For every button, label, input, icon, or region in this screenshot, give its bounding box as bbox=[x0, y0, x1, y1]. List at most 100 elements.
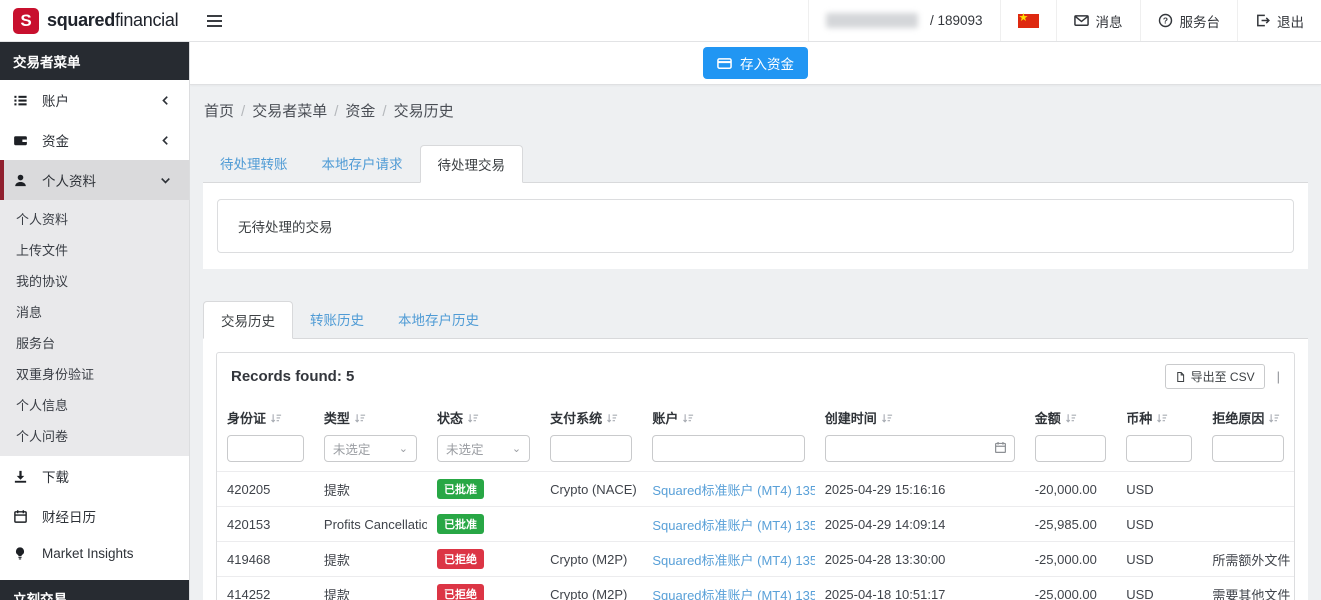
filter-input-拒绝原因[interactable] bbox=[1212, 435, 1284, 462]
cell-type: 提款 bbox=[314, 472, 427, 507]
column-header-label: 金额 bbox=[1035, 411, 1061, 426]
brand-logo[interactable]: S squaredfinancial bbox=[0, 0, 190, 41]
column-header-币种[interactable]: 币种 bbox=[1116, 399, 1202, 434]
credit-card-icon bbox=[717, 56, 732, 71]
chevron-left-icon bbox=[160, 95, 176, 106]
sidebar-nav: 账户资金个人资料个人资料上传文件我的协议消息服务台双重身份验证个人信息个人问卷下… bbox=[0, 80, 189, 571]
column-header-金额[interactable]: 金额 bbox=[1025, 399, 1117, 434]
sidebar-item-资金[interactable]: 资金 bbox=[0, 120, 189, 160]
sidebar-item-下载[interactable]: 下载 bbox=[0, 456, 189, 496]
sidebar-subitem-服务台[interactable]: 服务台 bbox=[0, 327, 189, 358]
column-header-账户[interactable]: 账户 bbox=[642, 399, 814, 434]
cell-type: 提款 bbox=[314, 577, 427, 600]
status-badge: 已批准 bbox=[437, 479, 484, 499]
sidebar-subitem-我的协议[interactable]: 我的协议 bbox=[0, 265, 189, 296]
sidebar-subitem-个人资料[interactable]: 个人资料 bbox=[0, 203, 189, 234]
chevron-down-icon: ⌄ bbox=[512, 442, 521, 455]
cell-status: 已拒绝 bbox=[427, 577, 540, 600]
brand-name-bold: squared bbox=[47, 10, 115, 30]
deposit-funds-button[interactable]: 存入资金 bbox=[703, 47, 808, 79]
chevron-left-icon bbox=[160, 135, 176, 146]
tab-交易历史[interactable]: 交易历史 bbox=[203, 301, 293, 339]
helpdesk-label: 服务台 bbox=[1180, 11, 1221, 31]
helpdesk-button[interactable]: ? 服务台 bbox=[1140, 0, 1238, 41]
cell-id: 414252 bbox=[217, 577, 314, 600]
history-section: 交易历史转账历史本地存户历史 Records found: 5 导出至 CSV … bbox=[203, 300, 1308, 600]
cell-reason bbox=[1202, 472, 1294, 507]
filter-cell-账户 bbox=[642, 434, 814, 472]
status-badge: 已拒绝 bbox=[437, 549, 484, 569]
account-link[interactable]: Squared标准账户 (MT4) 135767 bbox=[652, 553, 814, 568]
breadcrumb-item-首页[interactable]: 首页 bbox=[204, 103, 234, 120]
column-header-label: 币种 bbox=[1126, 411, 1152, 426]
tab-待处理交易[interactable]: 待处理交易 bbox=[420, 145, 524, 183]
sidebar-subitem-个人问卷[interactable]: 个人问卷 bbox=[0, 420, 189, 451]
cell-reason bbox=[1202, 507, 1294, 542]
sidebar-item-label: 资金 bbox=[42, 130, 69, 150]
tab-转账历史[interactable]: 转账历史 bbox=[293, 301, 381, 339]
sort-icon bbox=[354, 412, 366, 424]
cell-currency: USD bbox=[1116, 542, 1202, 577]
breadcrumb-item-交易历史[interactable]: 交易历史 bbox=[394, 103, 454, 120]
logout-button[interactable]: 退出 bbox=[1237, 0, 1321, 41]
column-header-创建时间[interactable]: 创建时间 bbox=[815, 399, 1025, 434]
filter-input-账户[interactable] bbox=[652, 435, 804, 462]
sort-icon bbox=[270, 412, 282, 424]
sidebar-item-label: 个人资料 bbox=[42, 170, 96, 190]
sidebar-item-Market Insights[interactable]: Market Insights bbox=[0, 536, 189, 571]
column-header-类型[interactable]: 类型 bbox=[314, 399, 427, 434]
filter-input-币种[interactable] bbox=[1126, 435, 1192, 462]
sidebar-item-账户[interactable]: 账户 bbox=[0, 80, 189, 120]
filter-date-wrap bbox=[825, 435, 1015, 462]
column-header-状态[interactable]: 状态 bbox=[427, 399, 540, 434]
filter-input-支付系统[interactable] bbox=[550, 435, 632, 462]
filter-input-金额[interactable] bbox=[1035, 435, 1107, 462]
column-header-label: 创建时间 bbox=[825, 411, 877, 426]
filter-select-状态[interactable]: 未选定⌄ bbox=[437, 435, 530, 462]
cell-created: 2025-04-28 13:30:00 bbox=[815, 542, 1025, 577]
sort-icon bbox=[1268, 412, 1280, 424]
cell-created: 2025-04-18 10:51:17 bbox=[815, 577, 1025, 600]
cell-reason: 所需额外文件 bbox=[1202, 542, 1294, 577]
table-header-row: 身份证类型状态支付系统 账户创建时间 金额 币种 拒绝原因 bbox=[217, 399, 1294, 434]
tab-待处理转账[interactable]: 待处理转账 bbox=[203, 145, 305, 183]
sort-icon bbox=[881, 412, 893, 424]
account-menu[interactable]: / 189093 bbox=[808, 0, 1000, 41]
column-header-支付系统[interactable]: 支付系统 bbox=[540, 399, 642, 434]
tab-本地存户历史[interactable]: 本地存户历史 bbox=[381, 301, 496, 339]
tab-本地存户请求[interactable]: 本地存户请求 bbox=[305, 145, 420, 183]
sidebar-subitem-双重身份验证[interactable]: 双重身份验证 bbox=[0, 358, 189, 389]
column-header-身份证[interactable]: 身份证 bbox=[217, 399, 314, 434]
menu-toggle-icon[interactable] bbox=[207, 12, 222, 30]
column-header-label: 支付系统 bbox=[550, 411, 602, 426]
filter-select-类型[interactable]: 未选定⌄ bbox=[324, 435, 417, 462]
export-csv-button[interactable]: 导出至 CSV bbox=[1165, 364, 1265, 389]
chevron-down-icon: ⌄ bbox=[399, 442, 408, 455]
column-options-toggle[interactable]: | bbox=[1277, 369, 1280, 384]
filter-input-身份证[interactable] bbox=[227, 435, 304, 462]
sort-icon bbox=[682, 412, 694, 424]
breadcrumb-item-资金[interactable]: 资金 bbox=[345, 103, 375, 120]
sidebar-subitem-上传文件[interactable]: 上传文件 bbox=[0, 234, 189, 265]
account-link[interactable]: Squared标准账户 (MT4) 135767 bbox=[652, 588, 814, 600]
language-selector[interactable]: ★ bbox=[1000, 0, 1056, 41]
sidebar-item-财经日历[interactable]: 财经日历 bbox=[0, 496, 189, 536]
cell-type: Profits Cancellation bbox=[314, 507, 427, 542]
sidebar-header-trade-now: 立刻交易 bbox=[0, 580, 189, 600]
cell-payment-system: Crypto (M2P) bbox=[540, 542, 642, 577]
filter-input-创建时间[interactable] bbox=[825, 435, 1015, 462]
history-tabs: 交易历史转账历史本地存户历史 bbox=[203, 300, 1308, 339]
cell-currency: USD bbox=[1116, 472, 1202, 507]
brand-name-light: financial bbox=[115, 10, 178, 30]
account-link[interactable]: Squared标准账户 (MT4) 135767 bbox=[652, 483, 814, 498]
sidebar-subitem-消息[interactable]: 消息 bbox=[0, 296, 189, 327]
messages-button[interactable]: 消息 bbox=[1056, 0, 1140, 41]
sidebar-subitem-个人信息[interactable]: 个人信息 bbox=[0, 389, 189, 420]
pending-panel: 无待处理的交易 bbox=[203, 183, 1308, 269]
sidebar-item-个人资料[interactable]: 个人资料 bbox=[0, 160, 189, 200]
account-link[interactable]: Squared标准账户 (MT4) 135767 bbox=[652, 518, 814, 533]
column-header-拒绝原因[interactable]: 拒绝原因 bbox=[1202, 399, 1294, 434]
breadcrumb-item-交易者菜单[interactable]: 交易者菜单 bbox=[252, 103, 327, 120]
user-icon bbox=[13, 173, 29, 188]
filter-cell-币种 bbox=[1116, 434, 1202, 472]
